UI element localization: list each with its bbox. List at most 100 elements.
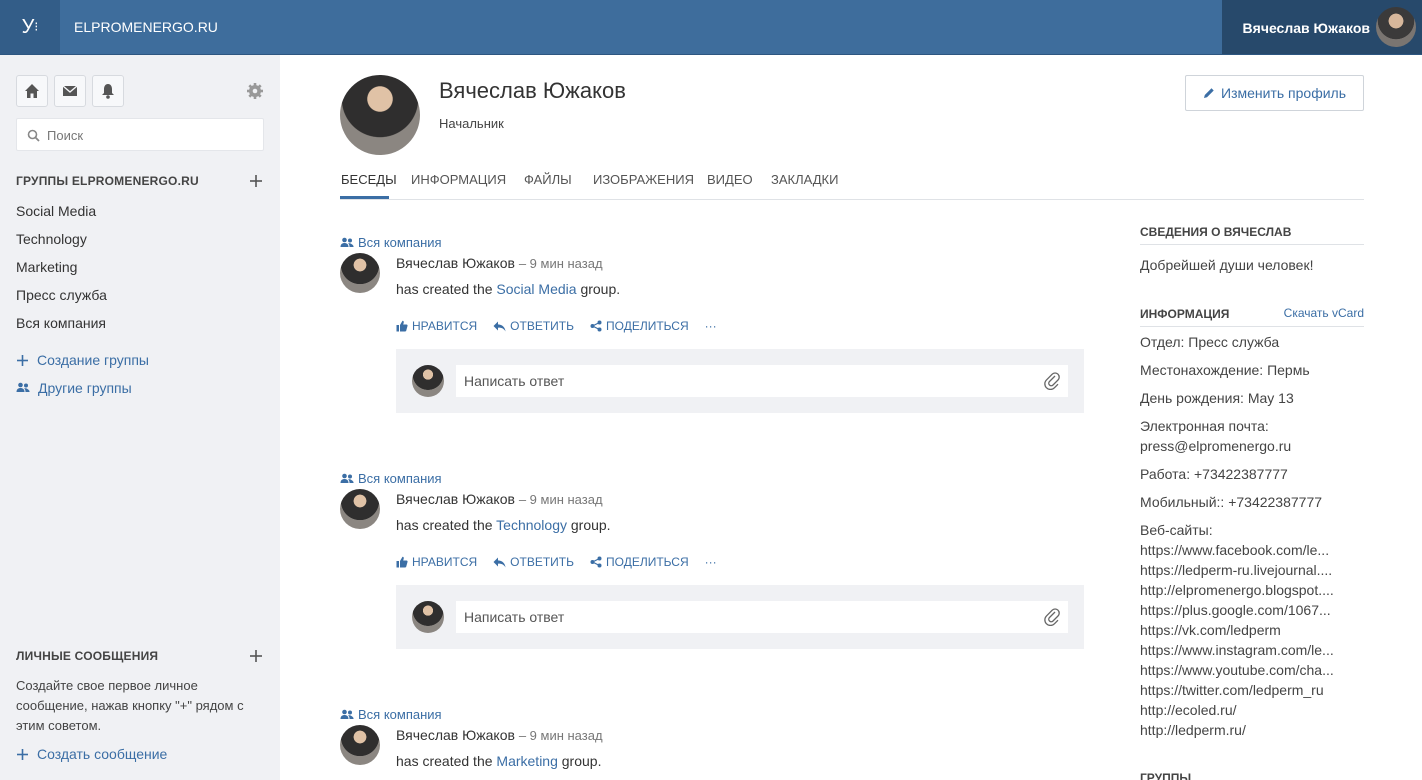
other-groups-label: Другие группы: [38, 380, 132, 396]
tab-info[interactable]: ИНФОРМАЦИЯ: [411, 172, 506, 187]
tab-files[interactable]: ФАЙЛЫ: [524, 172, 572, 187]
avatar: [412, 365, 444, 397]
sidebar-item-press[interactable]: Пресс служба: [16, 287, 107, 303]
reply-input[interactable]: Написать ответ: [456, 365, 1068, 397]
add-message-plus-icon[interactable]: [249, 649, 263, 663]
profile-avatar[interactable]: [340, 75, 420, 155]
avatar[interactable]: [340, 725, 380, 765]
like-button[interactable]: НРАВИТСЯ: [396, 555, 477, 569]
paperclip-icon[interactable]: [1044, 608, 1060, 626]
tab-bookmarks[interactable]: ЗАКЛАДКИ: [771, 172, 838, 187]
thumbs-up-icon: [396, 556, 408, 568]
email-label: Электронная почта:: [1140, 418, 1269, 434]
website-link[interactable]: http://elpromenergo.blogspot....: [1140, 582, 1364, 598]
avatar[interactable]: [1376, 7, 1416, 47]
home-button[interactable]: [16, 75, 48, 107]
post-author-line: Вячеслав Южаков – 9 мин назад: [396, 255, 603, 271]
post-group-link[interactable]: Вся компания: [340, 471, 442, 486]
pm-hint-text: Создайте свое первое личное сообщение, н…: [16, 678, 244, 733]
add-group-plus-icon[interactable]: [249, 174, 263, 188]
website-link[interactable]: http://ledperm.ru/: [1140, 722, 1364, 738]
plus-icon: [17, 748, 28, 760]
sidebar-item-all-company[interactable]: Вся компания: [16, 315, 106, 331]
edit-profile-button[interactable]: Изменить профиль: [1185, 75, 1364, 111]
post-group-link[interactable]: Вся компания: [340, 707, 442, 722]
groups-section-title: ГРУППЫ ELPROMENERGO.RU: [16, 174, 199, 188]
sidebar-item-marketing[interactable]: Marketing: [16, 259, 77, 275]
post-time[interactable]: – 9 мин назад: [519, 256, 603, 271]
reply-placeholder: Написать ответ: [464, 609, 565, 625]
like-button[interactable]: НРАВИТСЯ: [396, 319, 477, 333]
people-icon: [340, 473, 354, 483]
reply-placeholder: Написать ответ: [464, 373, 565, 389]
post-author[interactable]: Вячеслав Южаков: [396, 255, 515, 271]
post-author[interactable]: Вячеслав Южаков: [396, 491, 515, 507]
search-icon: [27, 129, 40, 142]
website-link[interactable]: https://ledperm-ru.livejournal....: [1140, 562, 1364, 578]
tab-video[interactable]: ВИДЕО: [707, 172, 753, 187]
create-message-link[interactable]: Создать сообщение: [16, 746, 167, 762]
share-icon: [590, 320, 602, 332]
post-time[interactable]: – 9 мин назад: [519, 492, 603, 507]
post-author[interactable]: Вячеслав Южаков: [396, 727, 515, 743]
reply-label: ОТВЕТИТЬ: [510, 319, 575, 333]
website-link[interactable]: https://www.instagram.com/le...: [1140, 642, 1364, 658]
website-link[interactable]: https://www.youtube.com/cha...: [1140, 662, 1364, 678]
search-box[interactable]: [16, 118, 264, 151]
post-author-line: Вячеслав Южаков – 9 мин назад: [396, 491, 603, 507]
pencil-icon: [1204, 88, 1214, 98]
post-group-name-link[interactable]: Technology: [496, 517, 567, 533]
user-name[interactable]: Вячеслав Южаков: [1243, 20, 1370, 36]
email-value[interactable]: press@elpromenergo.ru: [1140, 438, 1291, 454]
website-link[interactable]: http://ecoled.ru/: [1140, 702, 1364, 718]
post-group-link[interactable]: Вся компания: [340, 235, 442, 250]
post-body: has created the Technology group.: [396, 517, 611, 533]
download-vcard-link[interactable]: Скачать vCard: [1284, 306, 1364, 320]
website-link[interactable]: https://vk.com/ledperm: [1140, 622, 1364, 638]
post-group-name-link[interactable]: Marketing: [496, 753, 557, 769]
post-body-prefix: has created the: [396, 281, 497, 297]
search-input[interactable]: [47, 125, 257, 145]
avatar[interactable]: [340, 489, 380, 529]
other-groups-link[interactable]: Другие группы: [16, 380, 132, 396]
department: Отдел: Пресс служба: [1140, 334, 1280, 350]
sidebar-item-technology[interactable]: Technology: [16, 231, 87, 247]
post-group-label: Вся компания: [358, 707, 442, 722]
avatar[interactable]: [340, 253, 380, 293]
post-group-name-link[interactable]: Social Media: [496, 281, 576, 297]
reply-input[interactable]: Написать ответ: [456, 601, 1068, 633]
tab-conversations[interactable]: БЕСЕДЫ: [341, 172, 397, 187]
logo-text: У: [21, 15, 35, 38]
more-button[interactable]: ···: [705, 319, 717, 333]
sidebar-item-social-media[interactable]: Social Media: [16, 203, 96, 219]
post-body: has created the Social Media group.: [396, 281, 620, 297]
share-icon: [590, 556, 602, 568]
share-button[interactable]: ПОДЕЛИТЬСЯ: [590, 319, 689, 333]
notifications-button[interactable]: [92, 75, 124, 107]
website-link[interactable]: https://www.facebook.com/le...: [1140, 542, 1364, 558]
user-menu[interactable]: Вячеслав Южаков: [1222, 0, 1422, 54]
reply-label: ОТВЕТИТЬ: [510, 555, 575, 569]
profile-name: Вячеслав Южаков: [439, 78, 626, 103]
share-button[interactable]: ПОДЕЛИТЬСЯ: [590, 555, 689, 569]
website-link[interactable]: https://plus.google.com/1067...: [1140, 602, 1364, 618]
gear-icon[interactable]: [246, 82, 264, 100]
reply-button[interactable]: ОТВЕТИТЬ: [493, 319, 574, 333]
more-button[interactable]: ···: [705, 555, 717, 569]
post-time[interactable]: – 9 мин назад: [519, 728, 603, 743]
website-link[interactable]: https://twitter.com/ledperm_ru: [1140, 682, 1364, 698]
paperclip-icon[interactable]: [1044, 372, 1060, 390]
more-label: ···: [704, 319, 717, 333]
post-author-line: Вячеслав Южаков – 9 мин назад: [396, 727, 603, 743]
create-message-label: Создать сообщение: [37, 746, 168, 762]
inbox-button[interactable]: [54, 75, 86, 107]
network-name[interactable]: ELPROMENERGO.RU: [74, 19, 218, 35]
yammer-logo-icon[interactable]: У ⁝: [0, 0, 60, 54]
create-group-link[interactable]: Создание группы: [16, 352, 149, 368]
post-actions: НРАВИТСЯ ОТВЕТИТЬ ПОДЕЛИТЬСЯ ···: [396, 319, 717, 333]
share-label: ПОДЕЛИТЬСЯ: [606, 319, 689, 333]
post-body-prefix: has created the: [396, 517, 497, 533]
reply-button[interactable]: ОТВЕТИТЬ: [493, 555, 574, 569]
people-icon: [16, 382, 30, 392]
tab-images[interactable]: ИЗОБРАЖЕНИЯ: [593, 172, 694, 187]
